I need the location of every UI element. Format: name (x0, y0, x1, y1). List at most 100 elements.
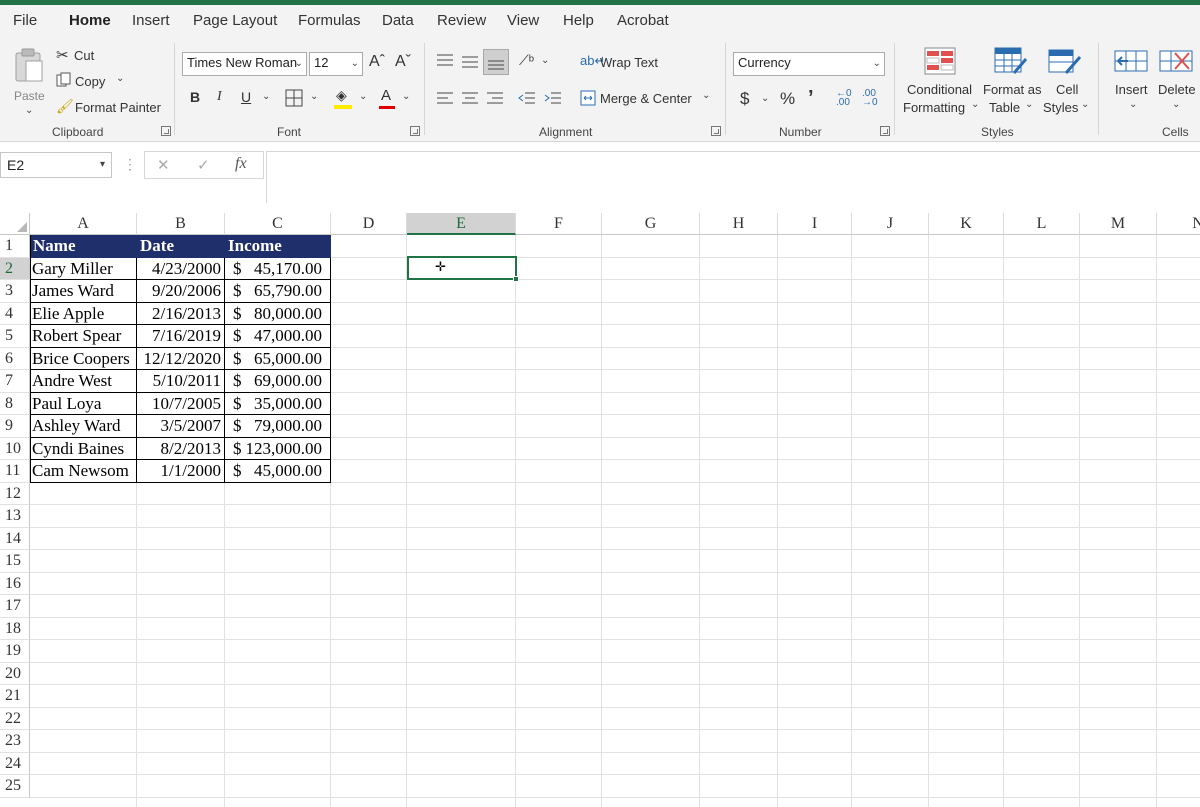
select-all-corner[interactable] (0, 213, 30, 235)
cell-date[interactable]: 5/10/2011 (137, 370, 225, 393)
row-header-3[interactable]: 3 (0, 280, 30, 303)
cell-name[interactable]: Cam Newsom (30, 460, 137, 483)
row-header-24[interactable]: 24 (0, 752, 30, 775)
row-header-11[interactable]: 11 (0, 460, 30, 483)
row-header-8[interactable]: 8 (0, 392, 30, 415)
accounting-format-button[interactable]: $ (740, 89, 749, 109)
row-header-19[interactable]: 19 (0, 640, 30, 663)
tab-review[interactable]: Review (437, 12, 486, 29)
column-header-n[interactable]: N (1157, 213, 1200, 235)
tab-formulas[interactable]: Formulas (298, 12, 361, 29)
insert-cells-button[interactable]: Insert ⌄ (1110, 43, 1154, 119)
font-name-select[interactable]: Times New Roman ⌄ (182, 52, 307, 76)
cell-date[interactable]: 3/5/2007 (137, 415, 225, 438)
table-header-income[interactable]: Income (225, 235, 331, 258)
align-left-icon[interactable] (436, 91, 454, 107)
borders-icon[interactable] (285, 89, 303, 107)
merge-center-button[interactable]: Merge & Center ⌄ (580, 89, 715, 109)
cell-name[interactable]: Andre West (30, 370, 137, 393)
format-painter-button[interactable]: 🖌 Format Painter (56, 97, 166, 117)
row-header-2[interactable]: 2 (0, 257, 30, 280)
orientation-icon[interactable]: ⟋ᵇ (519, 52, 534, 69)
active-cell-e2[interactable] (407, 256, 517, 280)
cell-name[interactable]: Brice Coopers (30, 347, 137, 370)
cell-date[interactable]: 2/16/2013 (137, 302, 225, 325)
row-header-12[interactable]: 12 (0, 482, 30, 505)
column-header-k[interactable]: K (929, 213, 1004, 235)
cell-styles-button[interactable]: Cell Styles ⌄ (1042, 43, 1092, 119)
cell-date[interactable]: 8/2/2013 (137, 437, 225, 460)
fill-handle[interactable] (513, 276, 519, 282)
tab-acrobat[interactable]: Acrobat (617, 12, 669, 29)
cut-button[interactable]: ✂ Cut (56, 45, 116, 65)
name-box[interactable]: E2 ▾ (0, 152, 112, 178)
cell-income[interactable]: $123,000.00 (225, 437, 331, 460)
tab-page-layout[interactable]: Page Layout (193, 12, 277, 29)
font-color-button[interactable]: A (378, 87, 398, 111)
column-header-f[interactable]: F (516, 213, 602, 235)
cell-date[interactable]: 1/1/2000 (137, 460, 225, 483)
cell-income[interactable]: $65,790.00 (225, 280, 331, 303)
tab-file[interactable]: File (13, 12, 37, 29)
chevron-down-icon[interactable]: ⌄ (310, 91, 318, 102)
cell-name[interactable]: Ashley Ward (30, 415, 137, 438)
tab-data[interactable]: Data (382, 12, 414, 29)
chevron-down-icon[interactable]: ⌄ (541, 55, 549, 66)
row-header-23[interactable]: 23 (0, 730, 30, 753)
grow-font-button[interactable]: Aˆ (369, 53, 385, 71)
copy-button[interactable]: Copy ⌄ (56, 71, 136, 91)
cell-income[interactable]: $47,000.00 (225, 325, 331, 348)
column-header-h[interactable]: H (700, 213, 778, 235)
number-format-select[interactable]: Currency ⌄ (733, 52, 885, 76)
tab-help[interactable]: Help (563, 12, 594, 29)
row-header-5[interactable]: 5 (0, 325, 30, 348)
row-header-4[interactable]: 4 (0, 302, 30, 325)
align-right-icon[interactable] (486, 91, 504, 107)
column-header-d[interactable]: D (331, 213, 407, 235)
fill-color-button[interactable]: ◈ (334, 87, 354, 111)
conditional-formatting-button[interactable]: Conditional Formatting ⌄ (902, 43, 980, 119)
row-header-18[interactable]: 18 (0, 617, 30, 640)
font-dialog-launcher-icon[interactable] (410, 126, 420, 136)
tab-home[interactable]: Home (69, 12, 111, 29)
alignment-dialog-launcher-icon[interactable] (711, 126, 721, 136)
cell-name[interactable]: Gary Miller (30, 257, 137, 280)
row-header-22[interactable]: 22 (0, 707, 30, 730)
row-header-9[interactable]: 9 (0, 415, 30, 438)
column-header-j[interactable]: J (852, 213, 929, 235)
cell-income[interactable]: $80,000.00 (225, 302, 331, 325)
cell-date[interactable]: 10/7/2005 (137, 392, 225, 415)
cell-name[interactable]: Cyndi Baines (30, 437, 137, 460)
cell-name[interactable]: Robert Spear (30, 325, 137, 348)
comma-style-button[interactable]: ’ (808, 87, 814, 110)
row-header-10[interactable]: 10 (0, 437, 30, 460)
cell-income[interactable]: $69,000.00 (225, 370, 331, 393)
row-header-17[interactable]: 17 (0, 595, 30, 618)
cell-date[interactable]: 4/23/2000 (137, 257, 225, 280)
increase-decimal-icon[interactable]: ←0.00 (836, 89, 852, 108)
cancel-icon[interactable]: ✕ (157, 156, 170, 174)
delete-cells-button[interactable]: Delete ⌄ (1155, 43, 1200, 119)
column-header-b[interactable]: B (137, 213, 225, 235)
decrease-indent-icon[interactable] (518, 91, 536, 107)
table-header-date[interactable]: Date (137, 235, 225, 258)
bottom-align-button[interactable] (483, 49, 509, 75)
column-header-l[interactable]: L (1004, 213, 1080, 235)
row-header-16[interactable]: 16 (0, 572, 30, 595)
italic-button[interactable]: I (217, 89, 222, 105)
tab-insert[interactable]: Insert (132, 12, 170, 29)
cell-income[interactable]: $65,000.00 (225, 347, 331, 370)
paste-button[interactable]: Paste ⌄ (8, 45, 48, 116)
font-size-select[interactable]: 12 ⌄ (309, 52, 363, 76)
column-header-i[interactable]: I (778, 213, 852, 235)
number-dialog-launcher-icon[interactable] (880, 126, 890, 136)
align-center-icon[interactable] (461, 91, 479, 107)
table-header-name[interactable]: Name (30, 235, 137, 258)
row-header-14[interactable]: 14 (0, 527, 30, 550)
column-header-g[interactable]: G (602, 213, 700, 235)
worksheet-grid[interactable]: A B C D E F G H I J K L M N 1 2 3 4 5 6 7 8 9 10 11 12 13 14 15 16 17 1… (0, 213, 1200, 807)
underline-button[interactable]: U (241, 89, 251, 105)
chevron-down-icon[interactable]: ⌄ (402, 91, 410, 102)
tab-view[interactable]: View (507, 12, 539, 29)
format-as-table-button[interactable]: Format as Table ⌄ (982, 43, 1042, 119)
